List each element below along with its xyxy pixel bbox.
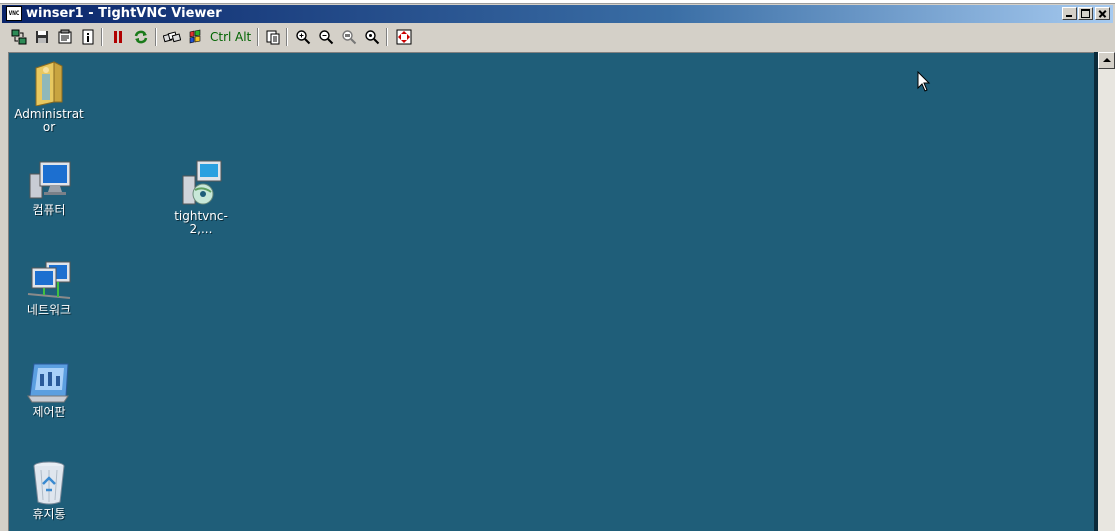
close-button[interactable]: [1095, 7, 1110, 20]
refresh-icon[interactable]: [131, 27, 151, 47]
options-icon[interactable]: [55, 27, 75, 47]
toolbar-separator: [257, 28, 259, 46]
toolbar-separator: [386, 28, 388, 46]
zoom-100-icon[interactable]: [339, 27, 359, 47]
vnc-app-icon[interactable]: VNC: [6, 6, 22, 21]
alt-key-button[interactable]: Alt: [235, 29, 251, 45]
info-icon[interactable]: [78, 27, 98, 47]
recycle-bin-icon: [33, 461, 65, 505]
toolbar: Ctrl Alt: [0, 25, 1115, 50]
desktop-icon-administrator[interactable]: Administrator: [11, 60, 87, 134]
desktop-icon-label: 네트워크: [26, 303, 72, 317]
vnc-viewer-window: VNC winser1 - TightVNC Viewer Ctrl Alt A…: [0, 4, 1115, 531]
control-panel-icon: [27, 363, 69, 403]
desktop-icon-computer[interactable]: 컴퓨터: [11, 160, 87, 217]
desktop-icon-control-panel[interactable]: 제어판: [11, 360, 87, 419]
desktop-icon-label: 제어판: [32, 405, 66, 419]
desktop-icon-recycle-bin[interactable]: 휴지통: [11, 460, 87, 521]
desktop-icon-label: 컴퓨터: [32, 203, 66, 217]
zoom-out-icon[interactable]: [316, 27, 336, 47]
desktop-icon-label: tightvnc-2,...: [174, 209, 228, 236]
zoom-fit-icon[interactable]: [362, 27, 382, 47]
network-icon: [27, 261, 71, 299]
window-title: winser1 - TightVNC Viewer: [26, 6, 222, 21]
computer-icon: [29, 161, 71, 199]
toolbar-separator: [155, 28, 157, 46]
maximize-button[interactable]: [1078, 7, 1093, 20]
desktop-icon-tightvnc-installer[interactable]: tightvnc-2,...: [163, 160, 239, 236]
new-connection-icon[interactable]: [9, 27, 29, 47]
user-folder-icon: [35, 61, 63, 106]
vertical-scrollbar[interactable]: [1098, 52, 1115, 531]
clipboard-icon[interactable]: [263, 27, 283, 47]
desktop-icon-label: 휴지통: [32, 507, 66, 521]
window-controls: [1061, 7, 1110, 20]
toolbar-separator: [286, 28, 288, 46]
ctrl-key-button[interactable]: Ctrl: [210, 29, 231, 45]
send-ctrl-esc-icon[interactable]: [185, 27, 205, 47]
installer-icon: [182, 160, 222, 205]
fullscreen-icon[interactable]: [394, 27, 414, 47]
title-bar[interactable]: VNC winser1 - TightVNC Viewer: [2, 5, 1113, 23]
zoom-in-icon[interactable]: [293, 27, 313, 47]
mouse-cursor-icon: [917, 70, 931, 97]
save-icon[interactable]: [32, 27, 52, 47]
remote-desktop-viewport[interactable]: Administrator 컴퓨터 tightvnc-2,... 네트워크 제어…: [8, 52, 1094, 531]
pause-icon[interactable]: [108, 27, 128, 47]
scroll-up-button[interactable]: [1098, 52, 1115, 69]
desktop-icon-network[interactable]: 네트워크: [11, 260, 87, 317]
desktop-icon-label: Administrator: [14, 107, 84, 134]
minimize-button[interactable]: [1062, 7, 1077, 20]
send-ctrl-alt-del-icon[interactable]: [162, 27, 182, 47]
toolbar-separator: [101, 28, 103, 46]
